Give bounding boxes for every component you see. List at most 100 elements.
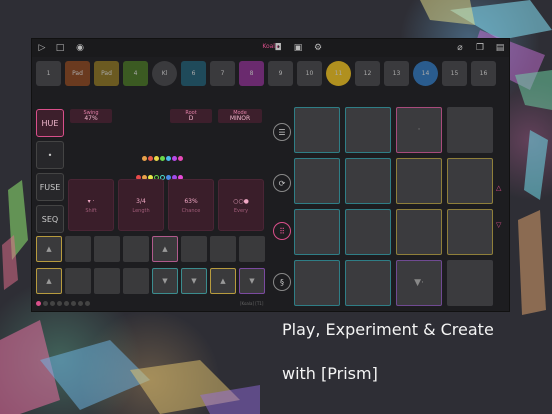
- every-value: ○○●: [233, 198, 249, 205]
- shift-knob[interactable]: ▾ · Shift: [68, 179, 114, 231]
- step-button[interactable]: 12: [355, 61, 380, 86]
- color-dot[interactable]: [172, 156, 177, 161]
- step-button[interactable]: 13: [384, 61, 409, 86]
- pad[interactable]: [294, 107, 340, 153]
- gear-icon[interactable]: ⚙: [312, 42, 324, 54]
- pad[interactable]: ▼·: [396, 260, 442, 306]
- pad[interactable]: [396, 158, 442, 204]
- mode-control[interactable]: Mode MINOR: [218, 109, 262, 123]
- seq-button[interactable]: SEQ: [36, 205, 64, 233]
- chance-knob[interactable]: 63% Chance: [168, 179, 214, 231]
- seq-cell[interactable]: [94, 236, 120, 262]
- page-dot[interactable]: [64, 301, 69, 306]
- step-button[interactable]: 15: [442, 61, 467, 86]
- step-button[interactable]: Kl: [152, 61, 177, 86]
- seq-cell[interactable]: ▲: [36, 236, 62, 262]
- swing-control[interactable]: Swing 47%: [70, 109, 112, 123]
- paste-icon[interactable]: ▤: [494, 42, 506, 54]
- seq-cell[interactable]: ▲: [36, 268, 62, 294]
- pad[interactable]: [447, 209, 493, 255]
- step-button[interactable]: 1: [36, 61, 61, 86]
- every-knob[interactable]: ○○● Every: [218, 179, 264, 231]
- step-button[interactable]: 4: [123, 61, 148, 86]
- loop-mode-icon[interactable]: ⟳: [273, 174, 291, 192]
- dot-button[interactable]: •: [36, 141, 64, 169]
- seq-cell[interactable]: [94, 268, 120, 294]
- hue-button[interactable]: HUE: [36, 109, 64, 137]
- length-value: 3/4: [136, 198, 146, 205]
- app-window: ▷ □ ◉ Koala ◘ ▣ ⚙ ⌀ ❐ ▤ 1 Pad Pad 4 Kl 6 7 8 9 10…: [31, 38, 510, 312]
- color-dot[interactable]: [178, 156, 183, 161]
- pad[interactable]: [396, 209, 442, 255]
- page-dot[interactable]: [85, 301, 90, 306]
- seq-cell[interactable]: [181, 236, 207, 262]
- step-button[interactable]: 8: [239, 61, 264, 86]
- scroll-up-icon[interactable]: △: [496, 184, 501, 192]
- camera-icon[interactable]: ◘: [272, 42, 284, 54]
- seq-cell[interactable]: [123, 268, 149, 294]
- shift-label: Shift: [85, 208, 97, 214]
- step-button[interactable]: 6: [181, 61, 206, 86]
- image-icon[interactable]: ▣: [292, 42, 304, 54]
- seq-cell[interactable]: [123, 236, 149, 262]
- length-label: Length: [132, 208, 150, 214]
- list-mode-icon[interactable]: ☰: [273, 123, 291, 141]
- color-dot[interactable]: [154, 156, 159, 161]
- scroll-down-icon[interactable]: ▽: [496, 221, 501, 229]
- seq-cell[interactable]: ▼: [181, 268, 207, 294]
- step-button[interactable]: Pad: [94, 61, 119, 86]
- step-button[interactable]: 16: [471, 61, 496, 86]
- length-knob[interactable]: 3/4 Length: [118, 179, 164, 231]
- page-dot[interactable]: [78, 301, 83, 306]
- caption-line-2: with [Prism]: [282, 364, 378, 383]
- pad[interactable]: [345, 209, 391, 255]
- crystal-artwork-right: [518, 130, 548, 315]
- grid-mode-icon[interactable]: ⠿: [273, 222, 291, 240]
- copy-icon[interactable]: ❐: [474, 42, 486, 54]
- shift-value: ▾ ·: [87, 198, 95, 205]
- pad[interactable]: [447, 107, 493, 153]
- page-dot[interactable]: [36, 301, 41, 306]
- page-dot[interactable]: [57, 301, 62, 306]
- seq-cell[interactable]: [239, 236, 265, 262]
- seq-cell[interactable]: ▲: [152, 236, 178, 262]
- color-dot[interactable]: [166, 156, 171, 161]
- seq-cell[interactable]: [65, 268, 91, 294]
- pad[interactable]: [447, 260, 493, 306]
- every-label: Every: [233, 208, 249, 214]
- seq-cell[interactable]: ▲: [210, 268, 236, 294]
- color-dot[interactable]: [148, 156, 153, 161]
- seq-cell[interactable]: ▼: [152, 268, 178, 294]
- crystal-artwork-left: [2, 180, 28, 290]
- step-button[interactable]: 14: [413, 61, 438, 86]
- caption-line-1: Play, Experiment & Create: [282, 320, 494, 339]
- step-button[interactable]: 9: [268, 61, 293, 86]
- pad[interactable]: [294, 158, 340, 204]
- page-dot[interactable]: [71, 301, 76, 306]
- color-dot[interactable]: [160, 156, 165, 161]
- page-indicator: [36, 301, 90, 306]
- mute-icon[interactable]: ⌀: [454, 42, 466, 54]
- seq-cell[interactable]: [210, 236, 236, 262]
- track-footnote: [Koala] [T1]: [240, 301, 264, 306]
- seq-cell[interactable]: ▼: [239, 268, 265, 294]
- pad[interactable]: ·: [396, 107, 442, 153]
- pad[interactable]: [345, 158, 391, 204]
- pad[interactable]: [294, 260, 340, 306]
- color-dot[interactable]: [142, 156, 147, 161]
- pad[interactable]: [447, 158, 493, 204]
- sync-mode-icon[interactable]: §: [273, 273, 291, 291]
- root-control[interactable]: Root D: [170, 109, 212, 123]
- fuse-button[interactable]: FUSE: [36, 173, 64, 201]
- page-dot[interactable]: [50, 301, 55, 306]
- step-button[interactable]: Pad: [65, 61, 90, 86]
- step-button[interactable]: 10: [297, 61, 322, 86]
- pad[interactable]: [345, 107, 391, 153]
- step-button[interactable]: 11: [326, 61, 351, 86]
- seq-cell[interactable]: [65, 236, 91, 262]
- pad[interactable]: [345, 260, 391, 306]
- page-dot[interactable]: [43, 301, 48, 306]
- project-title[interactable]: Koala: [32, 43, 509, 50]
- pad[interactable]: [294, 209, 340, 255]
- step-button[interactable]: 7: [210, 61, 235, 86]
